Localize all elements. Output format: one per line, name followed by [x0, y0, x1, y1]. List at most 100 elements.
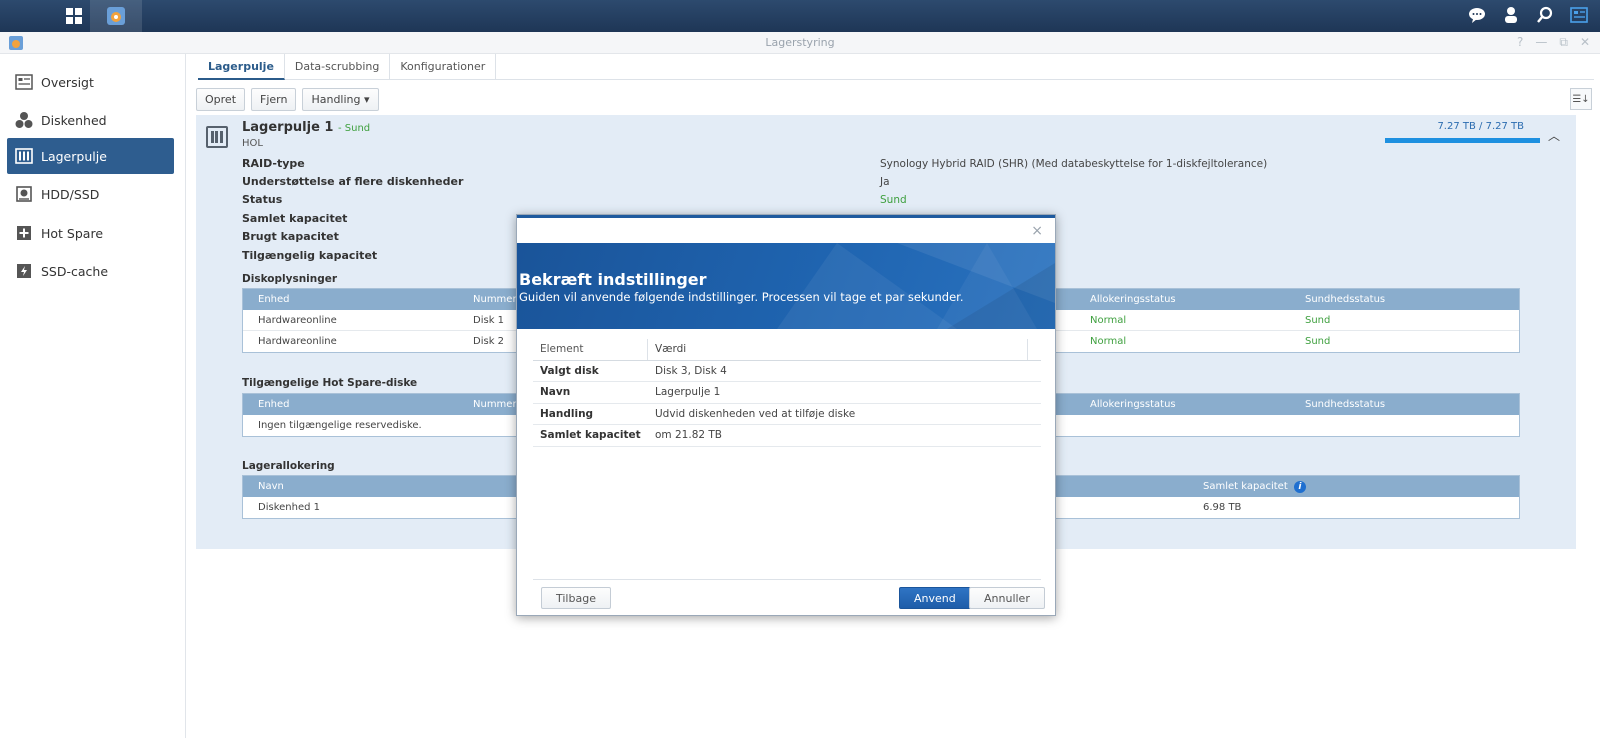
row-value: om 21.82 TB [655, 429, 723, 441]
info-icon[interactable]: i [1293, 481, 1306, 493]
chat-icon[interactable] [1466, 4, 1488, 26]
pool-capacity-bar [1385, 138, 1540, 143]
col-name[interactable]: Navn [258, 481, 284, 492]
raid-type-value: Synology Hybrid RAID (SHR) (Med databesk… [880, 158, 1268, 170]
col-allocation-status[interactable]: Allokeringsstatus [1090, 399, 1176, 410]
back-button[interactable]: Tilbage [541, 587, 611, 609]
cancel-button[interactable]: Annuller [969, 587, 1045, 609]
disk-info-title: Diskoplysninger [242, 273, 338, 285]
hot-spare-title: Tilgængelige Hot Spare-diske [242, 377, 418, 389]
pool-title: Lagerpulje 1 - Sund [242, 120, 370, 135]
maximize-icon[interactable]: ⧉ [1559, 35, 1568, 50]
col-value[interactable]: Værdi [655, 343, 686, 355]
window-titlebar: Lagerstyring ? — ⧉ ✕ [0, 32, 1600, 54]
cell-health: Sund [1305, 336, 1331, 347]
allocation-title: Lagerallokering [242, 460, 335, 472]
sidebar-item-label: Hot Spare [41, 225, 104, 241]
row-key: Navn [540, 386, 571, 398]
tab-configurations[interactable]: Konfigurationer [390, 54, 497, 80]
row-value: Lagerpulje 1 [655, 386, 721, 398]
tab-storage-pool[interactable]: Lagerpulje [198, 54, 285, 80]
dialog-title: Bekræft indstillinger [519, 270, 707, 289]
toolbar: Opret Fjern Handling ▾ [196, 88, 379, 111]
sort-icon: ☰↓ [1572, 93, 1590, 105]
col-allocation-status[interactable]: Allokeringsstatus [1090, 294, 1176, 305]
search-icon[interactable] [1534, 4, 1556, 26]
col-number[interactable]: Nummer [473, 294, 517, 305]
confirm-settings-dialog: × Bekræft indstillinger Guiden vil anven… [516, 214, 1056, 616]
remove-button[interactable]: Fjern [251, 88, 297, 111]
sidebar-item-overview[interactable]: Oversigt [7, 64, 174, 100]
sidebar-item-label: Lagerpulje [41, 148, 107, 164]
used-capacity-label: Brugt kapacitet [242, 230, 339, 243]
user-icon[interactable] [1500, 4, 1522, 26]
dialog-banner: Bekræft indstillinger Guiden vil anvende… [517, 243, 1055, 329]
col-element[interactable]: Element [540, 343, 583, 355]
taskbar [0, 0, 1600, 32]
sidebar-item-ssd-cache[interactable]: SSD-cache [7, 253, 174, 289]
cell-device: Hardwareonline [258, 336, 337, 347]
multi-volume-value: Ja [880, 176, 890, 188]
table-row: Valgt disk Disk 3, Disk 4 [533, 361, 1041, 382]
multi-volume-label: Understøttelse af flere diskenheder [242, 175, 464, 188]
cell-number: Disk 1 [473, 315, 505, 326]
col-number[interactable]: Nummer [473, 399, 517, 410]
storage-manager-taskbar-button[interactable] [90, 0, 142, 32]
cell-total-capacity: 6.98 TB [1203, 502, 1242, 513]
close-window-icon[interactable]: ✕ [1580, 35, 1590, 50]
hot-spare-icon [15, 224, 33, 242]
window-title: Lagerstyring [765, 36, 835, 49]
sidebar-item-storage-pool[interactable]: Lagerpulje [7, 138, 174, 174]
storage-manager-app-icon [107, 7, 125, 25]
row-value: Disk 3, Disk 4 [655, 364, 727, 377]
sidebar-item-label: SSD-cache [41, 263, 109, 279]
cell-allocation: Normal [1090, 315, 1127, 326]
volume-icon [15, 111, 33, 129]
sidebar: Oversigt Diskenhed Lagerpulje HDD/SSD Ho… [0, 54, 186, 738]
widgets-icon[interactable] [1568, 4, 1590, 26]
action-dropdown-button[interactable]: Handling ▾ [302, 88, 379, 111]
col-total-capacity[interactable]: Samlet kapacitet i [1203, 481, 1306, 493]
help-icon[interactable]: ? [1517, 35, 1523, 50]
pool-subtitle: HOL [242, 138, 263, 149]
cell-number: Disk 2 [473, 336, 505, 347]
table-row: Samlet kapacitet om 21.82 TB [533, 425, 1041, 447]
col-health-status[interactable]: Sundhedsstatus [1305, 294, 1385, 305]
create-button[interactable]: Opret [196, 88, 246, 111]
sidebar-item-label: Diskenhed [41, 112, 107, 128]
col-device[interactable]: Enhed [258, 399, 290, 410]
sort-button[interactable]: ☰↓ [1570, 88, 1592, 110]
dialog-footer-divider [533, 579, 1041, 580]
sidebar-item-volume[interactable]: Diskenhed [7, 102, 174, 138]
collapse-chevron-icon[interactable]: ︿ [1548, 127, 1560, 144]
sidebar-item-hdd-ssd[interactable]: HDD/SSD [7, 176, 174, 212]
settings-table: Element Værdi Valgt disk Disk 3, Disk 4 … [533, 339, 1041, 447]
col-device[interactable]: Enhed [258, 294, 290, 305]
sidebar-item-hot-spare[interactable]: Hot Spare [7, 215, 174, 251]
cell-device: Hardwareonline [258, 315, 337, 326]
sidebar-item-label: Oversigt [41, 74, 94, 90]
hdd-icon [15, 185, 33, 203]
close-icon[interactable]: × [1031, 223, 1043, 239]
minimize-icon[interactable]: — [1535, 35, 1547, 50]
tab-bar: Lagerpulje Data-scrubbing Konfiguratione… [198, 54, 1594, 80]
cell-name: Diskenhed 1 [258, 502, 320, 513]
storage-pool-icon [15, 147, 33, 165]
pool-name: Lagerpulje 1 [242, 120, 334, 135]
col-health-status[interactable]: Sundhedsstatus [1305, 399, 1385, 410]
tab-data-scrubbing[interactable]: Data-scrubbing [285, 54, 391, 80]
overview-icon [15, 73, 33, 91]
raid-type-label: RAID-type [242, 157, 305, 170]
available-capacity-label: Tilgængelig kapacitet [242, 249, 378, 262]
dialog-subtitle: Guiden vil anvende følgende indstillinge… [519, 290, 964, 304]
status-label: Status [242, 193, 283, 206]
table-row: Navn Lagerpulje 1 [533, 382, 1041, 404]
row-key: Samlet kapacitet [540, 429, 641, 441]
pool-capacity-text: 7.27 TB / 7.27 TB [1437, 121, 1524, 132]
row-key: Handling [540, 407, 594, 420]
apply-button[interactable]: Anvend [899, 587, 971, 609]
col-total-capacity-label: Samlet kapacitet [1203, 481, 1288, 492]
main-menu-icon [66, 8, 82, 24]
row-value: Udvid diskenheden ved at tilføje diske [655, 407, 856, 420]
table-row: Handling Udvid diskenheden ved at tilføj… [533, 404, 1041, 425]
